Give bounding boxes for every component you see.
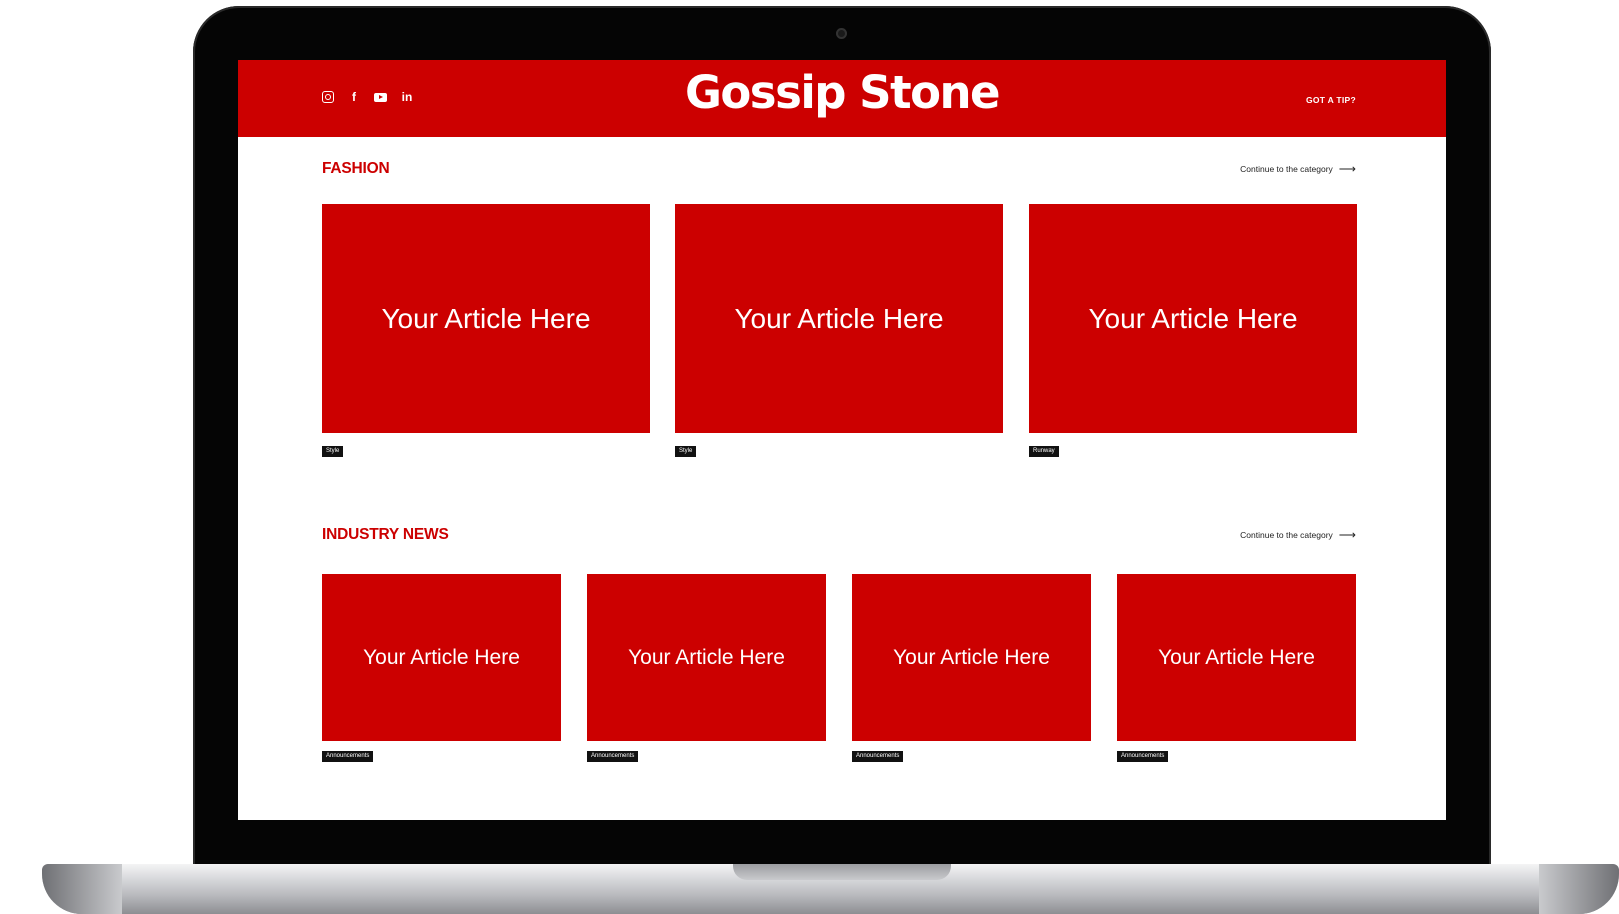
article-card[interactable]: Your Article Here	[1117, 574, 1356, 741]
site-logo[interactable]: Gossip Stone	[238, 66, 1446, 119]
article-card-text: Your Article Here	[363, 645, 520, 669]
continue-label: Continue to the category	[1240, 530, 1333, 540]
article-card[interactable]: Your Article Here	[322, 574, 561, 741]
article-card[interactable]: Your Article Here	[852, 574, 1091, 741]
category-tag[interactable]: Announcements	[322, 751, 374, 762]
website-screen: f in Gossip Stone GOT A TIP? FASHION Con…	[238, 60, 1446, 820]
article-card-text: Your Article Here	[734, 302, 944, 334]
site-header: f in Gossip Stone GOT A TIP?	[238, 60, 1446, 137]
continue-link-industry-news[interactable]: Continue to the category ⟶	[1240, 528, 1356, 542]
category-tag[interactable]: Style	[675, 446, 697, 457]
continue-link-fashion[interactable]: Continue to the category ⟶	[1240, 162, 1356, 176]
article-card-text: Your Article Here	[893, 645, 1050, 669]
camera-icon	[836, 28, 847, 39]
article-card-text: Your Article Here	[1088, 302, 1298, 334]
category-tag[interactable]: Style	[322, 446, 344, 457]
article-card[interactable]: Your Article Here	[322, 204, 650, 433]
article-card-text: Your Article Here	[628, 645, 785, 669]
arrow-right-icon: ⟶	[1338, 162, 1356, 176]
category-tag[interactable]: Announcements	[1117, 751, 1169, 762]
arrow-right-icon: ⟶	[1338, 528, 1356, 542]
category-tag[interactable]: Announcements	[852, 751, 904, 762]
section-title-industry-news: INDUSTRY NEWS	[322, 526, 449, 543]
category-tag[interactable]: Announcements	[587, 751, 639, 762]
article-card[interactable]: Your Article Here	[675, 204, 1003, 433]
article-card-text: Your Article Here	[1158, 645, 1315, 669]
continue-label: Continue to the category	[1240, 164, 1333, 174]
laptop-notch	[733, 864, 951, 880]
category-tag[interactable]: Runway	[1029, 446, 1059, 457]
got-a-tip-link[interactable]: GOT A TIP?	[1306, 95, 1356, 105]
article-card-text: Your Article Here	[381, 302, 591, 334]
section-title-fashion: FASHION	[322, 160, 390, 177]
article-card[interactable]: Your Article Here	[1029, 204, 1357, 433]
article-card[interactable]: Your Article Here	[587, 574, 826, 741]
